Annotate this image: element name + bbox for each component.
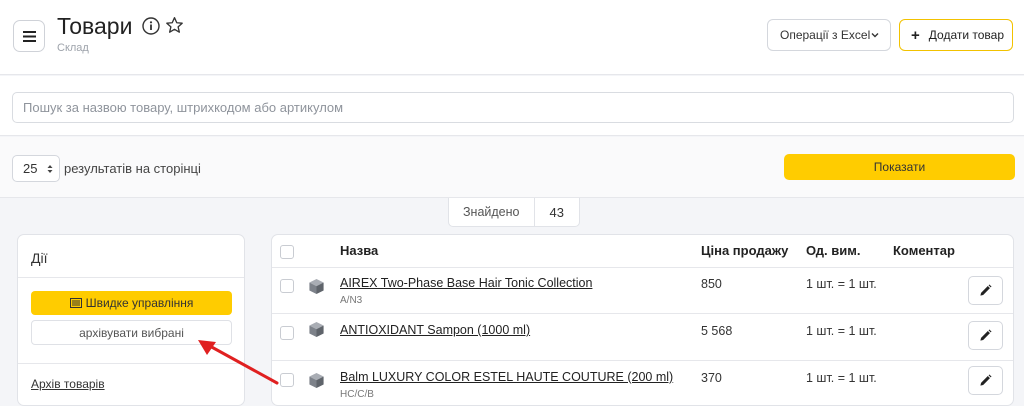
search-input[interactable]	[12, 92, 1014, 123]
plus-icon: +	[911, 26, 920, 44]
product-unit: 1 шт. = 1 шт.	[806, 371, 877, 385]
quick-management-button[interactable]: Швидке управління	[31, 291, 232, 315]
page-header: Товари Склад Операції з Excel + Додати т…	[0, 0, 1024, 75]
table-header: Назва Ціна продажу Од. вим. Коментар	[272, 235, 1013, 268]
info-icon[interactable]	[142, 17, 160, 35]
sort-arrows-icon	[47, 165, 53, 173]
column-header-name: Назва	[340, 243, 379, 258]
column-header-unit: Од. вим.	[806, 243, 861, 258]
search-section	[0, 76, 1024, 136]
column-header-comment: Коментар	[893, 243, 955, 258]
pencil-icon	[980, 329, 992, 341]
product-price: 850	[701, 277, 722, 291]
star-icon[interactable]	[165, 16, 184, 35]
product-name-link[interactable]: AIREX Two-Phase Base Hair Tonic Collecti…	[340, 276, 592, 290]
quick-management-label: Швидке управління	[85, 296, 194, 310]
product-name-link[interactable]: Balm LUXURY COLOR ESTEL HAUTE COUTURE (2…	[340, 370, 673, 384]
product-name-link[interactable]: ANTIOXIDANT Sampon (1000 ml)	[340, 323, 530, 337]
box-icon	[309, 321, 324, 338]
hamburger-icon	[22, 30, 36, 42]
per-page-label: результатів на сторінці	[64, 161, 201, 176]
per-page-value: 25	[23, 161, 38, 176]
product-unit: 1 шт. = 1 шт.	[806, 324, 877, 338]
menu-button[interactable]	[13, 20, 45, 52]
edit-button[interactable]	[968, 321, 1003, 350]
add-product-button[interactable]: + Додати товар	[899, 19, 1013, 51]
table-row: AIREX Two-Phase Base Hair Tonic Collecti…	[272, 268, 1013, 314]
pencil-icon	[980, 284, 992, 296]
divider	[18, 277, 244, 278]
page-title: Товари	[57, 13, 133, 39]
excel-operations-label: Операції з Excel	[780, 28, 871, 42]
found-counter: Знайдено 43	[448, 198, 580, 227]
products-table: Назва Ціна продажу Од. вим. Коментар AIR…	[271, 234, 1014, 406]
row-checkbox[interactable]	[280, 326, 294, 340]
edit-button[interactable]	[968, 276, 1003, 305]
divider	[18, 363, 244, 364]
pencil-icon	[980, 374, 992, 386]
select-all-checkbox[interactable]	[280, 245, 294, 259]
row-checkbox[interactable]	[280, 279, 294, 293]
product-price: 5 568	[701, 324, 733, 338]
column-header-price: Ціна продажу	[701, 243, 789, 258]
products-archive-link[interactable]: Архів товарів	[31, 377, 105, 391]
per-page-select[interactable]: 25	[12, 155, 60, 182]
pagination-controls: 25 результатів на сторінці Показати	[0, 137, 1024, 198]
actions-panel: Дії Швидке управління архівувати вибрані…	[17, 234, 245, 406]
box-icon	[309, 372, 324, 389]
show-button[interactable]: Показати	[784, 154, 1015, 180]
add-product-label: Додати товар	[928, 28, 1005, 42]
row-checkbox[interactable]	[280, 373, 294, 387]
excel-operations-dropdown[interactable]: Операції з Excel	[767, 19, 891, 51]
product-unit: 1 шт. = 1 шт.	[806, 277, 877, 291]
product-sku: HC/C/B	[340, 389, 374, 400]
edit-button[interactable]	[968, 366, 1003, 395]
archive-selected-button[interactable]: архівувати вибрані	[31, 320, 232, 345]
table-row: Balm LUXURY COLOR ESTEL HAUTE COUTURE (2…	[272, 362, 1013, 405]
list-icon	[69, 298, 82, 308]
box-icon	[309, 278, 324, 295]
product-price: 370	[701, 371, 722, 385]
page-subtitle: Склад	[57, 42, 89, 54]
table-row: ANTIOXIDANT Sampon (1000 ml) 5 568 1 шт.…	[272, 315, 1013, 361]
found-count: 43	[549, 204, 564, 220]
chevron-down-icon	[871, 33, 879, 38]
actions-title: Дії	[31, 250, 48, 266]
found-label: Знайдено	[449, 198, 535, 226]
product-sku: A/N3	[340, 295, 363, 306]
